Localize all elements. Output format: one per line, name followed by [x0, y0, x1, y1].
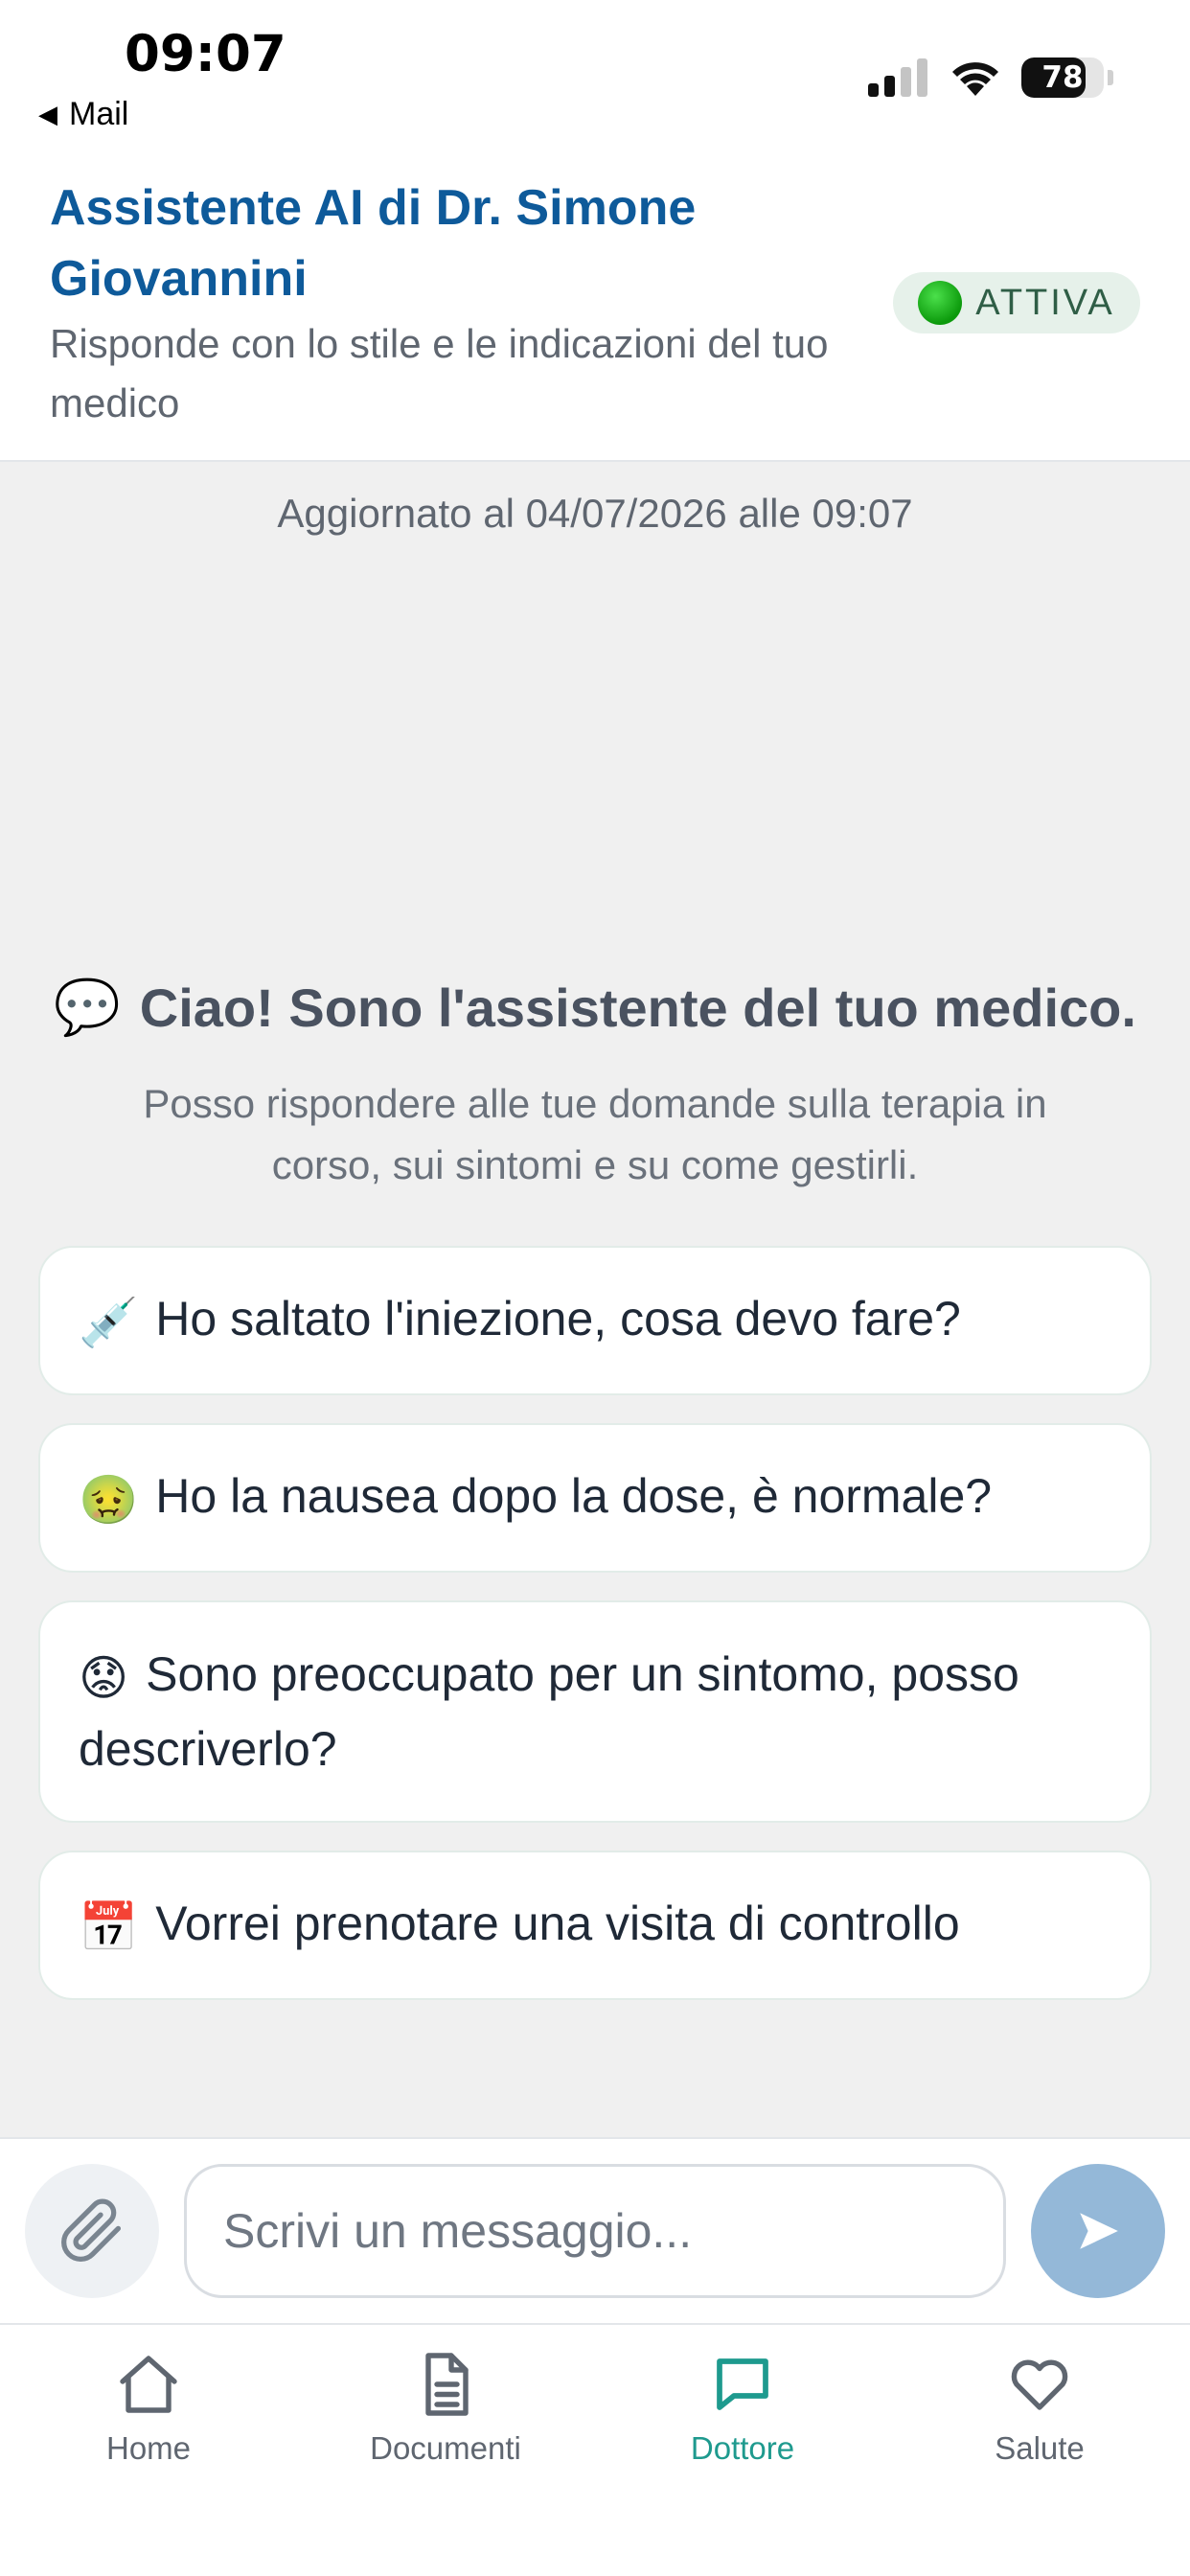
tab-salute[interactable]: Salute [891, 2350, 1188, 2494]
home-icon [120, 2356, 177, 2413]
status-bar: 09:07 ◀ Mail 78 [0, 0, 1190, 134]
suggestion-nausea[interactable]: 🤢 Ho la nausea dopo la dose, è normale? [38, 1423, 1152, 1573]
back-arrow-icon: ◀ [38, 100, 57, 128]
welcome-title: 💬 Ciao! Sono l'assistente del tuo medico… [0, 976, 1190, 1039]
page-title: Assistente AI di Dr. Simone Giovannini [50, 180, 697, 307]
message-composer [0, 2137, 1190, 2323]
message-input[interactable] [184, 2164, 1006, 2298]
welcome-subtitle: Posso rispondere alle tue domande sulla … [143, 1081, 1047, 1187]
tab-label: Documenti [370, 2430, 521, 2466]
battery-icon: 78 [1021, 58, 1104, 98]
status-icons: 78 [868, 58, 1113, 98]
send-button[interactable] [1031, 2164, 1165, 2298]
back-label: Mail [69, 96, 129, 132]
status-badge: ATTIVA [893, 272, 1140, 334]
suggestion-text: Vorrei prenotare una visita di controllo [155, 1897, 960, 1951]
suggestion-missed-injection[interactable]: 💉 Ho saltato l'iniezione, cosa devo fare? [38, 1246, 1152, 1395]
nauseated-face-icon: 🤢 [79, 1472, 139, 1527]
suggestion-text: Ho la nausea dopo la dose, è normale? [155, 1469, 993, 1524]
status-dot-icon [918, 281, 963, 325]
paperclip-icon [61, 2198, 122, 2262]
speech-bubble-icon: 💬 [54, 977, 121, 1037]
tab-dottore[interactable]: Dottore [594, 2350, 891, 2494]
tab-home[interactable]: Home [0, 2350, 297, 2494]
suggestion-symptom[interactable]: 😟 Sono preoccupato per un sintomo, posso … [38, 1600, 1152, 1823]
suggestion-text: Sono preoccupato per un sintomo, posso d… [79, 1647, 1019, 1776]
attach-button[interactable] [25, 2164, 159, 2298]
battery-level: 78 [1041, 60, 1084, 95]
document-icon [425, 2353, 469, 2416]
chat-icon [717, 2358, 768, 2410]
page-subtitle: Risponde con lo stile e le indicazioni d… [50, 321, 829, 426]
battery-tip [1108, 70, 1113, 85]
tab-documenti[interactable]: Documenti [297, 2350, 594, 2494]
tab-label: Home [105, 2430, 192, 2466]
back-to-mail-link[interactable]: ◀ Mail [38, 96, 128, 133]
worried-face-icon: 😟 [79, 1650, 129, 1705]
status-time: 09:07 [125, 25, 286, 83]
chat-header: Assistente AI di Dr. Simone Giovannini R… [0, 134, 1190, 462]
syringe-icon: 💉 [79, 1295, 139, 1349]
suggestion-text: Ho saltato l'iniezione, cosa devo fare? [155, 1292, 961, 1346]
calendar-icon: 📅 [79, 1899, 139, 1954]
send-icon [1080, 2213, 1118, 2249]
status-badge-label: ATTIVA [975, 282, 1115, 323]
suggestion-book-visit[interactable]: 📅 Vorrei prenotare una visita di controll… [38, 1851, 1152, 2000]
tab-label: Salute [995, 2430, 1085, 2466]
heart-icon [1011, 2359, 1068, 2410]
wifi-icon [952, 62, 998, 96]
welcome-title-text: Ciao! Sono l'assistente del tuo medico. [139, 977, 1136, 1038]
bottom-tab-bar: Home Documenti Dottore Salute [0, 2323, 1190, 2576]
updated-timestamp: Aggiornato al 04/07/2026 alle 09:07 [277, 491, 913, 536]
signal-icon [868, 58, 927, 97]
tab-label: Dottore [690, 2430, 795, 2466]
